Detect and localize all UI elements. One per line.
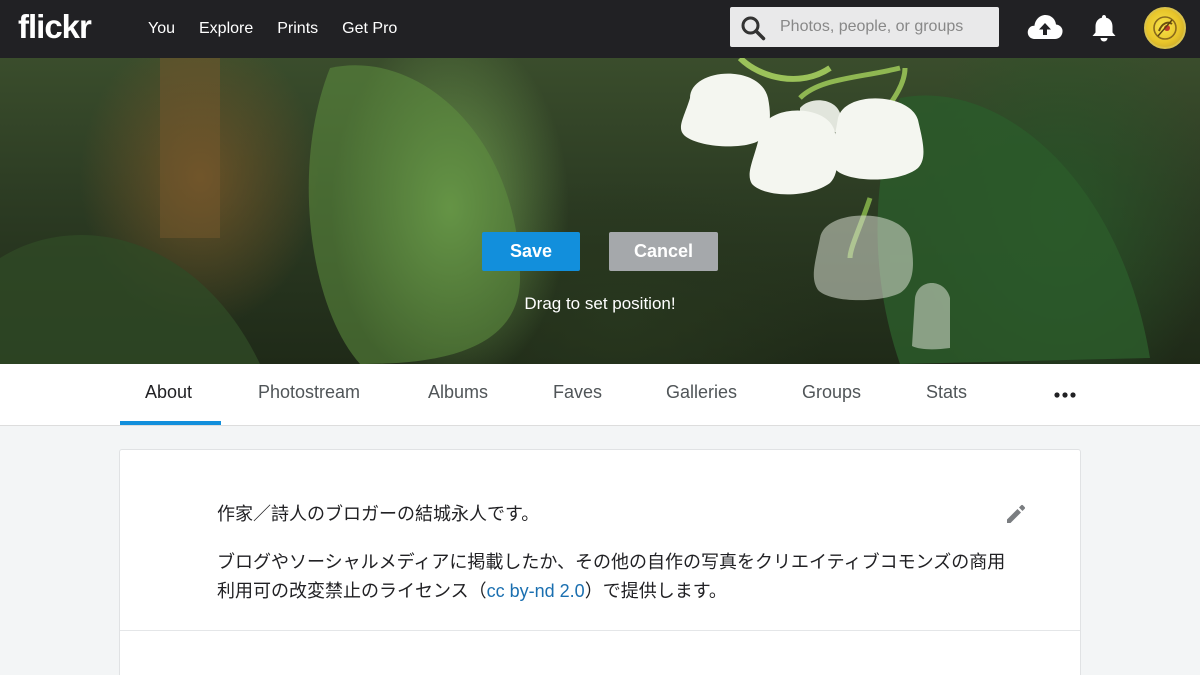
about-card: 作家／詩人のブロガーの結城永人です。 ブログやソーシャルメディアに掲載したか、そ… — [119, 449, 1081, 675]
pencil-edit-icon[interactable] — [1004, 502, 1028, 526]
nav-links: You Explore Prints Get Pro — [148, 0, 421, 58]
flickr-logo[interactable]: flickr — [18, 8, 92, 46]
cover-image-icon — [0, 58, 1150, 364]
search-box[interactable] — [730, 7, 999, 47]
cancel-button[interactable]: Cancel — [609, 232, 718, 271]
search-input[interactable] — [780, 7, 990, 47]
profile-tabs: About Photostream Albums Faves Galleries… — [0, 364, 1200, 426]
cover-photo[interactable]: Save Cancel Drag to set position! — [0, 58, 1200, 364]
search-icon[interactable] — [740, 15, 766, 41]
nav-link-prints[interactable]: Prints — [277, 20, 318, 38]
avatar-emblem-icon — [1153, 16, 1177, 40]
save-button[interactable]: Save — [482, 232, 580, 271]
nav-link-you[interactable]: You — [148, 20, 175, 38]
drag-hint: Drag to set position! — [524, 294, 676, 313]
bio-line-2: ブログやソーシャルメディアに掲載したか、その他の自作の写真をクリエイティブコモン… — [217, 548, 1007, 606]
tab-photostream[interactable]: Photostream — [258, 382, 360, 403]
bell-icon[interactable] — [1090, 13, 1118, 43]
active-tab-indicator — [120, 421, 221, 425]
tab-stats[interactable]: Stats — [926, 382, 967, 403]
tab-albums[interactable]: Albums — [428, 382, 488, 403]
card-divider — [120, 630, 1080, 631]
tab-about[interactable]: About — [145, 382, 192, 403]
top-nav: flickr You Explore Prints Get Pro — [0, 0, 1200, 58]
cloud-upload-icon[interactable] — [1026, 12, 1064, 42]
tab-groups[interactable]: Groups — [802, 382, 861, 403]
avatar[interactable] — [1144, 7, 1186, 49]
nav-link-get-pro[interactable]: Get Pro — [342, 20, 397, 38]
nav-link-explore[interactable]: Explore — [199, 20, 253, 38]
tab-galleries[interactable]: Galleries — [666, 382, 737, 403]
tab-faves[interactable]: Faves — [553, 382, 602, 403]
bio-line-1: 作家／詩人のブロガーの結城永人です。 — [217, 504, 540, 525]
license-link[interactable]: cc by-nd 2.0 — [487, 581, 585, 601]
bio-text-after-link: ）で提供します。 — [584, 581, 727, 602]
more-options-icon[interactable] — [1054, 392, 1076, 398]
